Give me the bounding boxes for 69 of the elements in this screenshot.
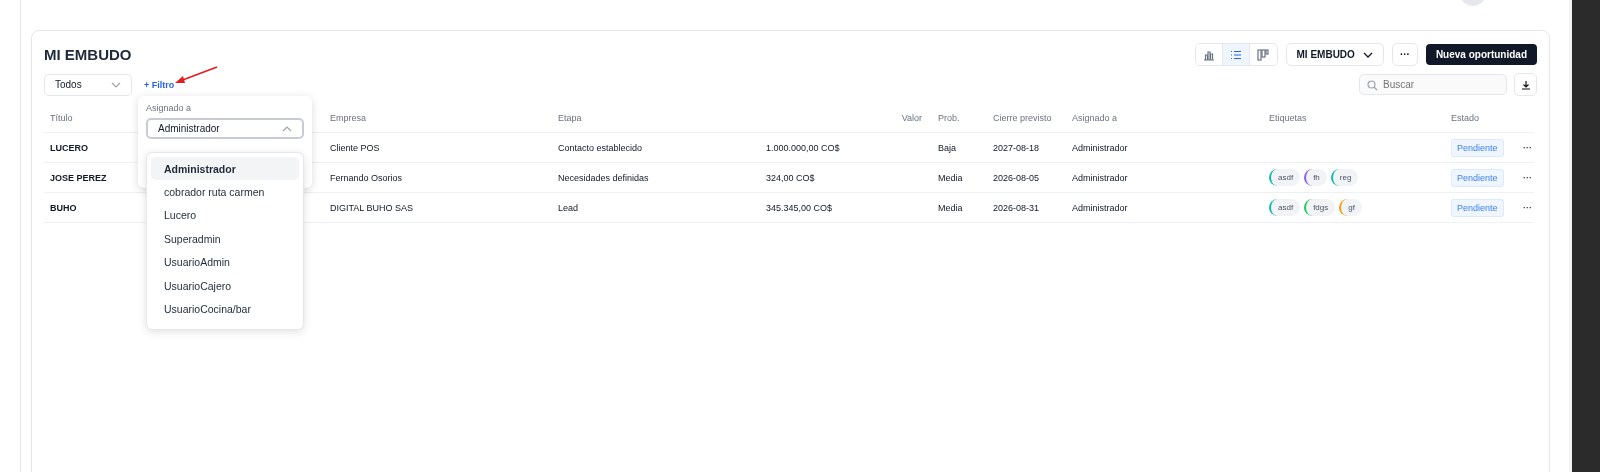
tag-chip: asdf	[1269, 169, 1301, 186]
column-header: Estado	[1450, 112, 1481, 123]
option-item[interactable]: UsuarioCocina/bar	[151, 297, 299, 321]
chevron-down-icon	[111, 81, 121, 88]
table-cell-text: Necesidades definidas	[557, 172, 650, 183]
field-label: Asignado a	[146, 103, 193, 113]
table-cell-text: 324,00 CO$	[765, 172, 816, 183]
column-header: Etapa	[557, 112, 583, 123]
column-header: Prob.	[937, 112, 961, 123]
list-icon	[1229, 48, 1242, 61]
row-menu-button[interactable]: ···	[1523, 142, 1532, 153]
assignee-select[interactable]: Administrador	[146, 118, 304, 139]
download-icon	[1520, 79, 1531, 90]
row-menu-button[interactable]: ···	[1523, 202, 1532, 213]
table-cell-text: Media	[937, 202, 964, 213]
chevron-down-icon	[1362, 51, 1373, 58]
column-header: Cierre previsto	[992, 112, 1053, 123]
table-cell-text: Baja	[937, 142, 957, 153]
tag-chip: reg	[1330, 169, 1359, 186]
table-cell-text: Contacto establecido	[557, 142, 644, 153]
tag-chip: fh	[1304, 169, 1327, 186]
table-cell-text: Cliente POS	[329, 142, 381, 153]
table-cell-text: BUHO	[49, 202, 78, 213]
kanban-icon	[1257, 48, 1270, 61]
status-badge: Pendiente	[1451, 138, 1504, 157]
table-cell-text: 2027-08-18	[992, 142, 1041, 153]
table-cell-text: 2026-08-05	[992, 172, 1041, 183]
table-cell-text: 1.000.000,00 CO$	[765, 142, 841, 153]
row-menu-button[interactable]: ···	[1523, 172, 1532, 183]
column-header: Valor	[900, 112, 923, 123]
table-cell-text: 345.345,00 CO$	[765, 202, 834, 213]
more-button[interactable]: ···	[1391, 43, 1418, 66]
status-badge: Pendiente	[1451, 168, 1504, 187]
new-opportunity-button[interactable]: Nueva oportunidad	[1425, 44, 1537, 65]
arrow-annotation	[174, 65, 218, 86]
table-cell-text: Lead	[557, 202, 580, 213]
option-item[interactable]: Administrador	[151, 157, 299, 181]
add-filter-link[interactable]: + Filtro	[144, 79, 175, 90]
table-cell-text: 2026-08-31	[992, 202, 1041, 213]
tag-chip: gf	[1339, 199, 1362, 216]
table-cell-text: Administrador	[1071, 172, 1129, 183]
column-header: Asignado a	[1071, 112, 1119, 123]
download-button[interactable]	[1514, 73, 1537, 96]
table-cell-text: JOSE PEREZ	[49, 172, 108, 183]
option-item[interactable]: cobrador ruta carmen	[151, 180, 299, 204]
status-select[interactable]: Todos	[44, 73, 132, 96]
search-field[interactable]: Buscar	[1359, 74, 1507, 95]
table-cell-text: LUCERO	[49, 142, 89, 153]
option-item[interactable]: UsuarioCajero	[151, 273, 299, 298]
table-cell-text: Administrador	[1071, 142, 1129, 153]
tag-chip: asdf	[1269, 199, 1301, 216]
status-badge: Pendiente	[1451, 198, 1504, 217]
column-header: Empresa	[329, 112, 367, 123]
table-cell-text: Fernando Osorios	[329, 172, 404, 183]
column-header: Título	[49, 112, 74, 123]
table-cell-text: DIGITAL BUHO SAS	[329, 202, 415, 213]
table-cell-text: Administrador	[1071, 202, 1129, 213]
option-item[interactable]: Lucero	[151, 203, 299, 228]
column-header: Etiquetas	[1268, 112, 1308, 123]
table-cell-text: Media	[937, 172, 964, 183]
chevron-up-icon	[282, 125, 292, 132]
option-item[interactable]: Superadmin	[151, 227, 299, 251]
bar-chart-icon	[1202, 48, 1215, 61]
tag-chip: fdgs	[1304, 199, 1336, 216]
option-item[interactable]: UsuarioAdmin	[151, 250, 299, 274]
view-toggle[interactable]	[1195, 44, 1223, 65]
page-title: MI EMBUDO	[44, 46, 132, 63]
pipeline-dropdown[interactable]: MI EMBUDO	[1285, 43, 1384, 66]
view-toggle[interactable]	[1222, 44, 1250, 65]
